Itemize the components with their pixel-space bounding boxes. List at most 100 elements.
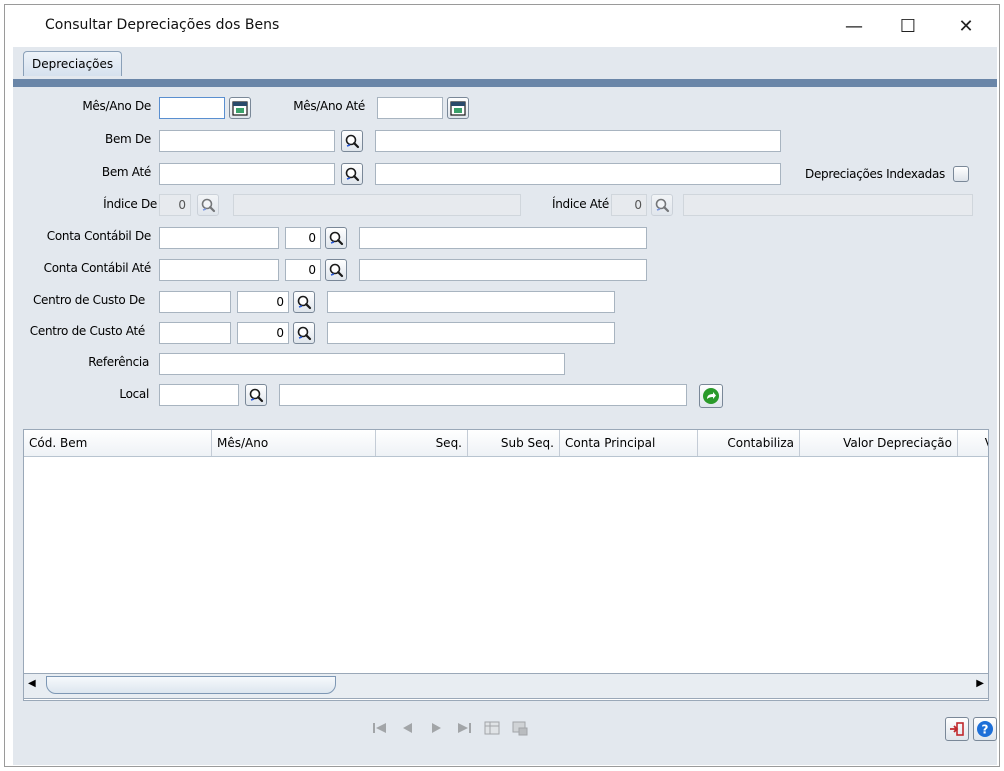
help-button[interactable]: ? bbox=[973, 717, 997, 741]
mes-ano-de-input[interactable] bbox=[159, 97, 225, 119]
search-icon bbox=[329, 231, 344, 246]
centro-custo-ate-search-button[interactable] bbox=[293, 322, 315, 344]
local-description[interactable] bbox=[279, 384, 687, 406]
first-record-button[interactable] bbox=[369, 717, 391, 739]
local-search-button[interactable] bbox=[245, 384, 267, 406]
col-valor-depreciacao[interactable]: Valor Depreciação bbox=[800, 430, 958, 456]
centro-custo-de-digit-input[interactable]: 0 bbox=[237, 291, 289, 313]
conta-contabil-ate-code-input[interactable] bbox=[159, 259, 279, 281]
search-icon bbox=[655, 198, 670, 213]
calendar-icon bbox=[450, 101, 466, 116]
conta-contabil-de-description[interactable] bbox=[359, 227, 647, 249]
referencia-label: Referência bbox=[88, 355, 149, 369]
mes-ano-ate-label: Mês/Ano Até bbox=[293, 99, 365, 113]
grid-horizontal-scrollbar[interactable]: ◀ ▶ bbox=[23, 673, 989, 699]
bem-de-code-input[interactable] bbox=[159, 130, 335, 152]
depreciacoes-indexadas-checkbox[interactable] bbox=[953, 166, 969, 182]
conta-contabil-ate-description[interactable] bbox=[359, 259, 647, 281]
centro-custo-ate-code-input[interactable] bbox=[159, 322, 231, 344]
green-arrow-icon bbox=[703, 388, 719, 404]
exit-button[interactable] bbox=[945, 717, 969, 741]
previous-icon bbox=[403, 723, 412, 733]
centro-custo-ate-description[interactable] bbox=[327, 322, 615, 344]
indice-ate-input: 0 bbox=[611, 194, 647, 216]
col-mes-ano[interactable]: Mês/Ano bbox=[212, 430, 376, 456]
last-icon bbox=[458, 723, 471, 733]
referencia-input[interactable] bbox=[159, 353, 565, 375]
mes-ano-de-calendar-button[interactable] bbox=[229, 97, 251, 119]
bem-ate-label: Bem Até bbox=[101, 165, 151, 179]
indice-ate-label: Índice Até bbox=[552, 197, 609, 211]
conta-contabil-ate-label: Conta Contábil Até bbox=[43, 261, 152, 275]
mes-ano-ate-input[interactable] bbox=[377, 97, 443, 119]
col-v[interactable]: V bbox=[958, 430, 988, 456]
minimize-button[interactable]: — bbox=[831, 11, 877, 41]
conta-contabil-de-code-input[interactable] bbox=[159, 227, 279, 249]
local-code-input[interactable] bbox=[159, 384, 239, 406]
search-icon bbox=[297, 326, 312, 341]
exit-icon bbox=[950, 722, 964, 736]
tab-divider bbox=[13, 79, 997, 87]
depreciacoes-grid[interactable]: Cód. Bem Mês/Ano Seq. Sub Seq. Conta Pri… bbox=[23, 429, 989, 701]
search-icon bbox=[329, 263, 344, 278]
centro-custo-de-search-button[interactable] bbox=[293, 291, 315, 313]
local-label: Local bbox=[119, 387, 149, 401]
bem-ate-description[interactable] bbox=[375, 163, 781, 185]
scroll-right-icon[interactable]: ▶ bbox=[976, 678, 984, 689]
indice-de-input: 0 bbox=[159, 194, 191, 216]
maximize-button[interactable]: ☐ bbox=[885, 11, 931, 41]
next-record-button[interactable] bbox=[425, 717, 447, 739]
help-icon: ? bbox=[977, 721, 993, 737]
conta-contabil-de-digit-input[interactable]: 0 bbox=[285, 227, 321, 249]
col-cod-bem[interactable]: Cód. Bem bbox=[24, 430, 212, 456]
conta-contabil-ate-search-button[interactable] bbox=[325, 259, 347, 281]
indice-de-description bbox=[233, 194, 521, 216]
bem-ate-code-input[interactable] bbox=[159, 163, 335, 185]
mes-ano-de-label: Mês/Ano De bbox=[82, 99, 151, 113]
next-icon bbox=[432, 723, 441, 733]
svg-text:?: ? bbox=[982, 723, 989, 737]
window-title: Consultar Depreciações dos Bens bbox=[45, 17, 280, 33]
first-icon bbox=[373, 723, 386, 733]
scroll-left-icon[interactable]: ◀ bbox=[28, 678, 36, 689]
app-window: Consultar Depreciações dos Bens — ☐ ✕ De… bbox=[4, 4, 1000, 767]
close-button[interactable]: ✕ bbox=[943, 11, 989, 41]
indice-de-label: Índice De bbox=[103, 197, 157, 211]
bem-de-label: Bem De bbox=[105, 132, 151, 146]
depreciacoes-indexadas-label: Depreciações Indexadas bbox=[805, 167, 945, 181]
search-icon bbox=[297, 295, 312, 310]
centro-custo-de-description[interactable] bbox=[327, 291, 615, 313]
title-bar: Consultar Depreciações dos Bens — ☐ ✕ bbox=[5, 5, 999, 45]
col-sub-seq[interactable]: Sub Seq. bbox=[468, 430, 560, 456]
search-icon bbox=[345, 134, 360, 149]
conta-contabil-de-label: Conta Contábil De bbox=[46, 229, 152, 243]
last-record-button[interactable] bbox=[453, 717, 475, 739]
previous-record-button[interactable] bbox=[397, 717, 419, 739]
centro-custo-ate-digit-input[interactable]: 0 bbox=[237, 322, 289, 344]
indice-ate-description bbox=[683, 194, 973, 216]
calendar-icon bbox=[232, 101, 248, 116]
bem-de-search-button[interactable] bbox=[341, 130, 363, 152]
mes-ano-ate-calendar-button[interactable] bbox=[447, 97, 469, 119]
conta-contabil-ate-digit-input[interactable]: 0 bbox=[285, 259, 321, 281]
col-conta-principal[interactable]: Conta Principal bbox=[560, 430, 698, 456]
centro-custo-de-code-input[interactable] bbox=[159, 291, 231, 313]
col-contabiliza[interactable]: Contabiliza bbox=[698, 430, 800, 456]
tab-depreciacoes[interactable]: Depreciações bbox=[23, 51, 123, 76]
bem-ate-search-button[interactable] bbox=[341, 163, 363, 185]
centro-custo-ate-label: Centro de Custo Até bbox=[29, 324, 146, 338]
grid-view-button[interactable] bbox=[481, 717, 503, 739]
search-icon bbox=[201, 198, 216, 213]
col-seq[interactable]: Seq. bbox=[376, 430, 468, 456]
conta-contabil-de-search-button[interactable] bbox=[325, 227, 347, 249]
search-icon bbox=[249, 388, 264, 403]
scroll-thumb[interactable] bbox=[46, 676, 336, 694]
centro-custo-de-label: Centro de Custo De bbox=[32, 293, 145, 307]
tab-strip: Depreciações bbox=[13, 47, 997, 79]
indice-ate-search-button bbox=[651, 194, 673, 216]
search-icon bbox=[345, 167, 360, 182]
print-icon bbox=[512, 721, 528, 736]
print-button[interactable] bbox=[509, 717, 531, 739]
execute-button[interactable] bbox=[699, 384, 723, 408]
bem-de-description[interactable] bbox=[375, 130, 781, 152]
